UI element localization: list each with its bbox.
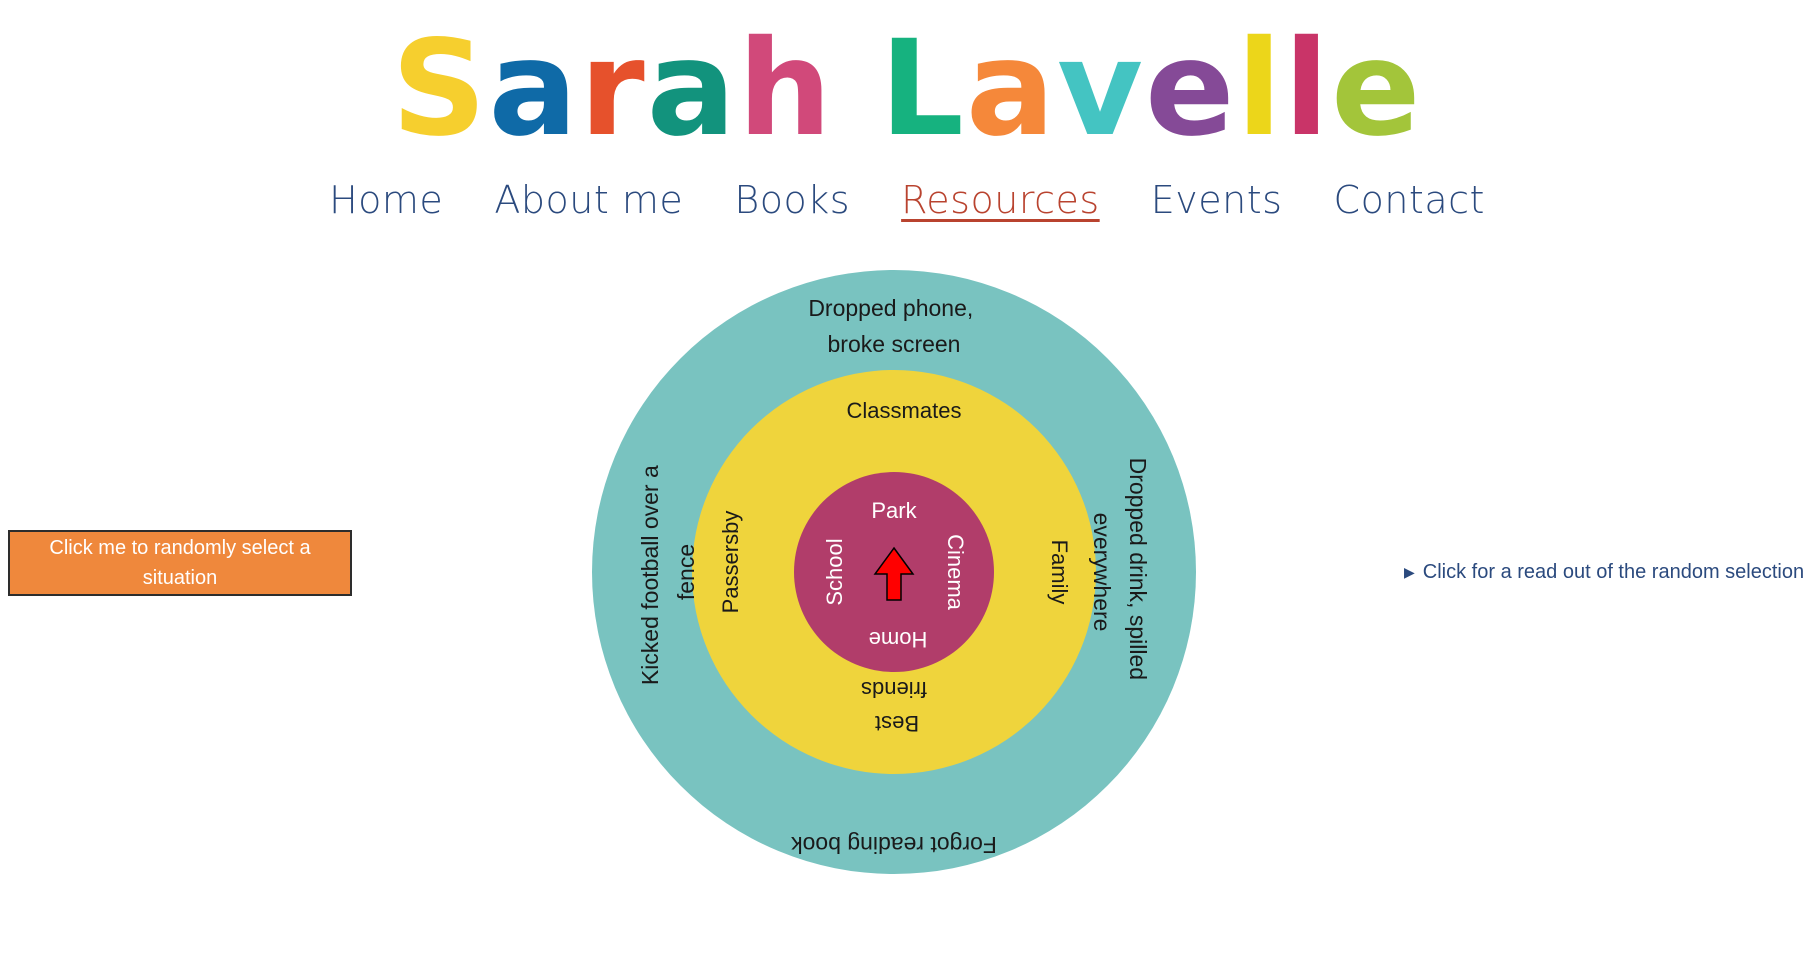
- nav-contact[interactable]: Contact: [1334, 178, 1485, 222]
- wheel-outer-label-bottom: Forgot reading book: [791, 832, 997, 858]
- logo-letter: l: [1236, 12, 1284, 166]
- situation-wheel: Dropped phone, broke screen Dropped drin…: [592, 270, 1196, 874]
- nav-about-me[interactable]: About me: [494, 178, 683, 222]
- logo-space: [834, 14, 880, 164]
- random-select-button-label: Click me to randomly select a situation: [49, 537, 311, 589]
- nav-home[interactable]: Home: [329, 178, 443, 222]
- wheel-inner-label-left: School: [822, 538, 847, 605]
- logo-letter: L: [879, 12, 966, 166]
- logo-letter: r: [579, 12, 647, 166]
- wheel-inner-label-top: Park: [871, 498, 917, 523]
- logo-letter: v: [1056, 12, 1145, 166]
- logo-letter: a: [646, 12, 738, 166]
- logo-letter: S: [391, 12, 489, 166]
- logo-letter: h: [737, 12, 834, 166]
- main-nav: Home About me Books Resources Events Con…: [0, 178, 1814, 222]
- logo-letter: l: [1283, 12, 1332, 166]
- site-logo[interactable]: Sarah Lavelle: [0, 14, 1814, 164]
- nav-resources[interactable]: Resources: [901, 178, 1100, 222]
- play-triangle-icon: ▶: [1404, 564, 1415, 580]
- logo-letter: a: [965, 12, 1057, 166]
- wheel-inner-label-right: Cinema: [943, 534, 968, 611]
- readout-toggle[interactable]: ▶ Click for a read out of the random sel…: [1404, 561, 1804, 584]
- wheel-middle-label-right: Family: [1047, 540, 1072, 605]
- nav-books[interactable]: Books: [734, 178, 850, 222]
- wheel-middle-label-left: Passersby: [718, 511, 743, 614]
- random-select-button[interactable]: Click me to randomly select a situation: [8, 530, 352, 596]
- wheel-inner-label-bottom: Home: [869, 627, 928, 652]
- logo-letter: a: [488, 12, 580, 166]
- nav-events[interactable]: Events: [1151, 178, 1283, 222]
- logo-letter: e: [1331, 12, 1423, 166]
- readout-label: Click for a read out of the random selec…: [1422, 561, 1805, 583]
- wheel-middle-label-top: Classmates: [847, 398, 962, 423]
- logo-letter: e: [1145, 12, 1237, 166]
